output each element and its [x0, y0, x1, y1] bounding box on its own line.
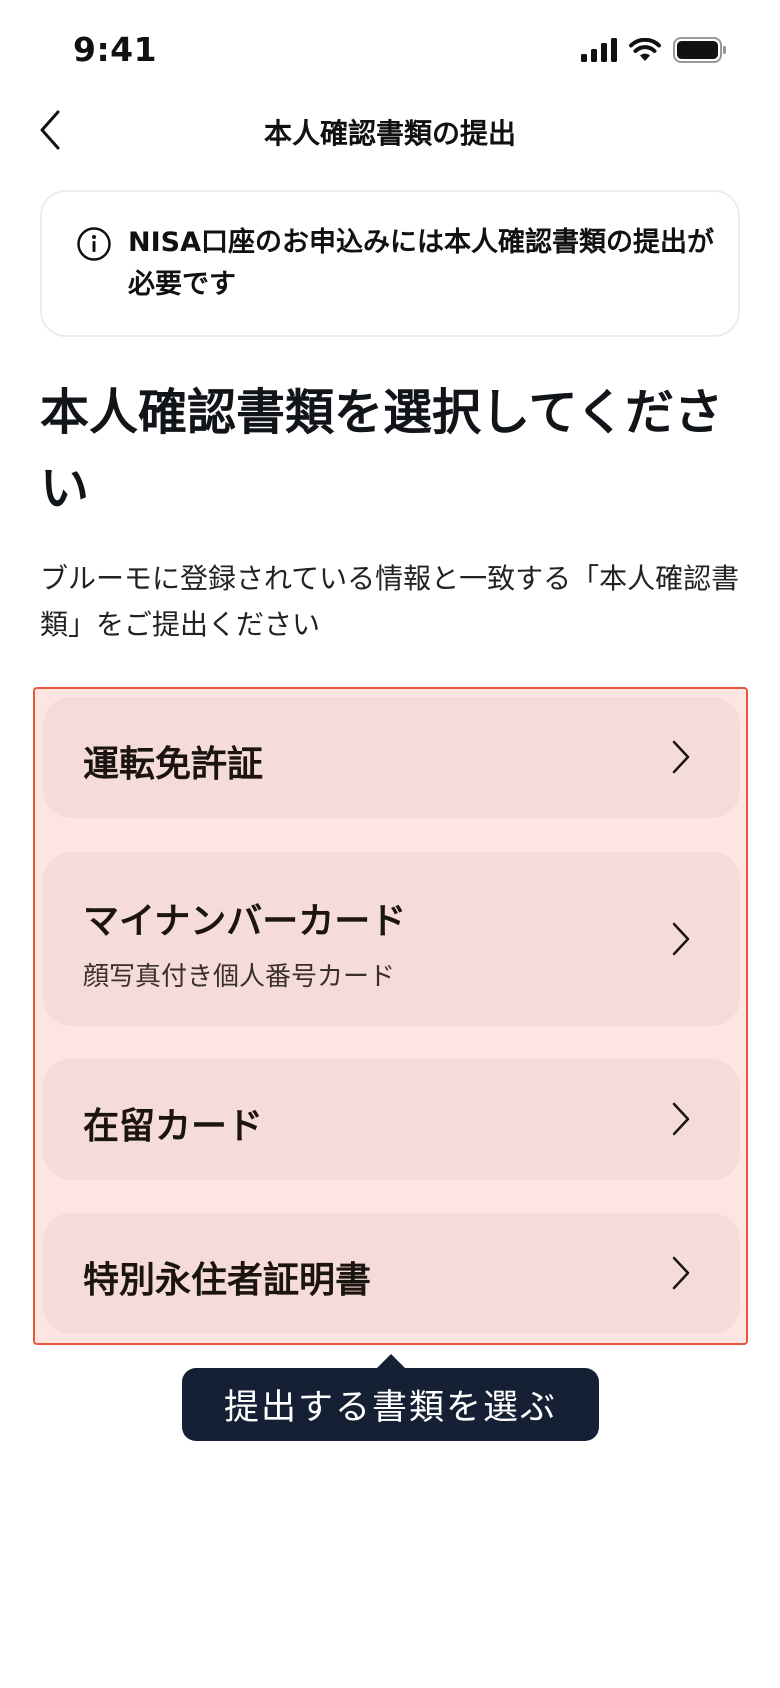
option-title: マイナンバーカード: [83, 901, 407, 942]
tooltip-arrow: [375, 1354, 406, 1369]
option-special-permanent-resident[interactable]: 特別永住者証明書: [43, 1213, 740, 1334]
chevron-right-icon: [672, 740, 690, 774]
option-title: 運転免許証: [83, 744, 264, 785]
status-icons: [581, 37, 727, 63]
chevron-right-icon: [672, 922, 690, 956]
description-text: ブルーモに登録されている情報と一致する「本人確認書類」をご提出ください: [40, 562, 740, 641]
option-drivers-license[interactable]: 運転免許証: [43, 697, 740, 818]
document-options-list: 運転免許証 マイナンバーカード 顔写真付き個人番号カード 在留カード 特別永住者…: [33, 687, 748, 1345]
status-time: 9:41: [73, 30, 158, 69]
battery-icon: [673, 37, 726, 63]
chevron-right-icon: [672, 1102, 690, 1136]
wifi-icon: [629, 38, 661, 61]
option-title: 在留カード: [83, 1106, 264, 1147]
info-icon: [77, 227, 111, 261]
chevron-right-icon: [672, 1256, 690, 1290]
option-title: 特別永住者証明書: [83, 1260, 372, 1301]
nav-bar: 本人確認書類の提出: [0, 100, 780, 160]
signal-icon: [581, 38, 617, 62]
tooltip-text: 提出する書類を選ぶ: [223, 1388, 557, 1428]
hint-tooltip: 提出する書類を選ぶ: [182, 1354, 599, 1441]
info-notice: NISA口座のお申込みには本人確認書類の提出が必要です: [40, 190, 740, 337]
page-title: 本人確認書類の提出: [263, 117, 516, 150]
option-subtitle: 顔写真付き個人番号カード: [83, 962, 396, 992]
notice-text: NISA口座のお申込みには本人確認書類の提出が必要です: [128, 227, 714, 300]
option-my-number-card[interactable]: マイナンバーカード 顔写真付き個人番号カード: [43, 852, 740, 1026]
option-residence-card[interactable]: 在留カード: [43, 1059, 740, 1180]
section-heading: 本人確認書類を選択してください: [40, 384, 724, 517]
status-bar: 9:41: [0, 0, 780, 100]
